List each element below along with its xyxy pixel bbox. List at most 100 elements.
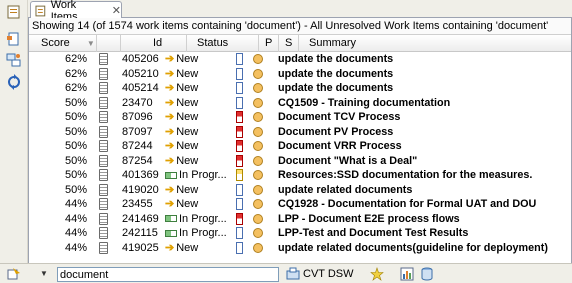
type-cell (99, 81, 119, 96)
severity-cell (253, 52, 269, 67)
priority-flag-icon (236, 154, 243, 167)
summary-cell: Resources:SSD documentation for the meas… (278, 169, 533, 181)
summary-cell: update related documents (278, 183, 413, 196)
score-cell: 50% (64, 140, 87, 152)
id-cell: 87097 (122, 125, 153, 138)
priority-flag-icon (236, 125, 243, 138)
chart-icon[interactable] (400, 267, 414, 281)
sync-icon[interactable] (6, 74, 22, 90)
severity-dot-icon (253, 184, 263, 195)
table-row[interactable]: 50% 87254 ➔ New Document "What is a Deal" (29, 154, 571, 169)
in-progress-icon (165, 171, 177, 179)
summary-cell: update the documents (278, 53, 394, 65)
document-icon (99, 227, 108, 239)
close-icon[interactable]: ✕ (112, 4, 121, 17)
score-cell: 44% (64, 227, 87, 239)
search-input[interactable] (57, 267, 279, 282)
severity-cell (253, 212, 269, 227)
column-header-id[interactable]: Id (121, 35, 187, 52)
id-cell: 242115 (122, 227, 158, 239)
column-header-score[interactable]: Score ▼ (29, 35, 97, 52)
priority-cell (236, 197, 250, 212)
table-row[interactable]: 50% 419020 ➔ New update related documents (29, 183, 571, 198)
severity-dot-icon (253, 213, 263, 224)
column-header-type[interactable] (97, 35, 121, 52)
severity-dot-icon (253, 83, 263, 93)
score-cell: 50% (64, 183, 87, 196)
priority-cell (236, 81, 250, 96)
column-header-status[interactable]: Status (187, 35, 259, 52)
query-icon[interactable] (7, 267, 21, 281)
score-cell: 50% (64, 96, 87, 109)
status-label: New (176, 67, 199, 80)
priority-cell (236, 212, 250, 227)
type-cell (99, 183, 119, 198)
priority-flag-icon (236, 169, 243, 181)
table-row[interactable]: 44% 242115 In Progr... LPP-Test and Documen… (29, 226, 571, 241)
status-label: New (176, 125, 199, 138)
new-query-icon[interactable] (370, 267, 384, 281)
severity-cell (253, 168, 269, 183)
status-cell: ➔ New (165, 241, 235, 256)
score-cell: 44% (64, 212, 87, 225)
priority-cell (236, 96, 250, 111)
severity-cell (253, 125, 269, 140)
arrow-right-icon: ➔ (165, 183, 175, 196)
table-row[interactable]: 44% 419025 ➔ New update related documents(gu… (29, 241, 571, 256)
severity-dot-icon (253, 242, 263, 253)
table-row[interactable]: 44% 23455 ➔ New CQ1928 - Documentation for F… (29, 197, 571, 212)
column-header-priority[interactable]: P (259, 35, 279, 52)
type-cell (99, 197, 119, 212)
summary-cell: update related documents(guideline for d… (278, 241, 548, 254)
id-cell: 87096 (122, 111, 153, 123)
severity-cell (253, 241, 269, 256)
table-row[interactable]: 44% 241469 In Progr... LPP - Document E2E p… (29, 212, 571, 227)
status-label: New (176, 154, 199, 167)
project-label[interactable]: CVT DSW (303, 268, 354, 280)
id-cell: 405210 (122, 67, 159, 80)
priority-flag-icon (236, 183, 243, 196)
chevron-down-icon[interactable]: ▼ (40, 269, 48, 278)
table-row[interactable]: 50% 401369 In Progr... Resources:SSD docume… (29, 168, 571, 183)
results-summary: Showing 14 (of 1574 work items containin… (29, 18, 571, 35)
repository-icon[interactable] (420, 267, 434, 281)
priority-cell (236, 168, 250, 183)
table-row[interactable]: 62% 405210 ➔ New update the documents (29, 67, 571, 82)
document-icon (99, 125, 108, 138)
severity-dot-icon (253, 54, 263, 64)
type-cell (99, 67, 119, 82)
type-cell (99, 241, 119, 256)
team-artifacts-icon[interactable] (6, 52, 22, 68)
column-header-severity[interactable]: S (279, 35, 299, 52)
column-header-summary[interactable]: Summary (299, 35, 572, 52)
status-cell: ➔ New (165, 110, 235, 125)
work-items-icon[interactable] (6, 4, 22, 20)
table-row[interactable]: 62% 405206 ➔ New update the documents (29, 52, 571, 67)
tab-work-items[interactable]: Work Items ✕ (30, 0, 122, 23)
priority-flag-icon (236, 241, 243, 254)
summary-cell: Document PV Process (278, 125, 394, 138)
table-row[interactable]: 50% 87096 ➔ New Document TCV Process (29, 110, 571, 125)
work-items-view: Showing 14 (of 1574 work items containin… (28, 18, 572, 263)
document-icon (99, 154, 108, 167)
status-cell: ➔ New (165, 67, 235, 82)
severity-cell (253, 110, 269, 125)
document-icon (99, 140, 108, 152)
priority-flag-icon (236, 111, 243, 123)
arrow-right-icon: ➔ (165, 67, 175, 80)
pending-changes-icon[interactable] (6, 31, 22, 47)
status-label: In Progr... (179, 227, 227, 239)
table-row[interactable]: 50% 87097 ➔ New Document PV Process (29, 125, 571, 140)
table-row[interactable]: 50% 23470 ➔ New CQ1509 - Training documentat… (29, 96, 571, 111)
status-cell: ➔ New (165, 183, 235, 198)
document-icon (99, 67, 108, 80)
in-progress-icon (165, 215, 177, 223)
status-label: New (176, 111, 199, 123)
type-cell (99, 125, 119, 140)
severity-cell (253, 226, 269, 241)
score-cell: 50% (64, 125, 87, 138)
summary-cell: LPP-Test and Document Test Results (278, 227, 469, 239)
document-icon (99, 241, 108, 254)
table-row[interactable]: 50% 87244 ➔ New Document VRR Process (29, 139, 571, 154)
table-row[interactable]: 62% 405214 ➔ New update the documents (29, 81, 571, 96)
